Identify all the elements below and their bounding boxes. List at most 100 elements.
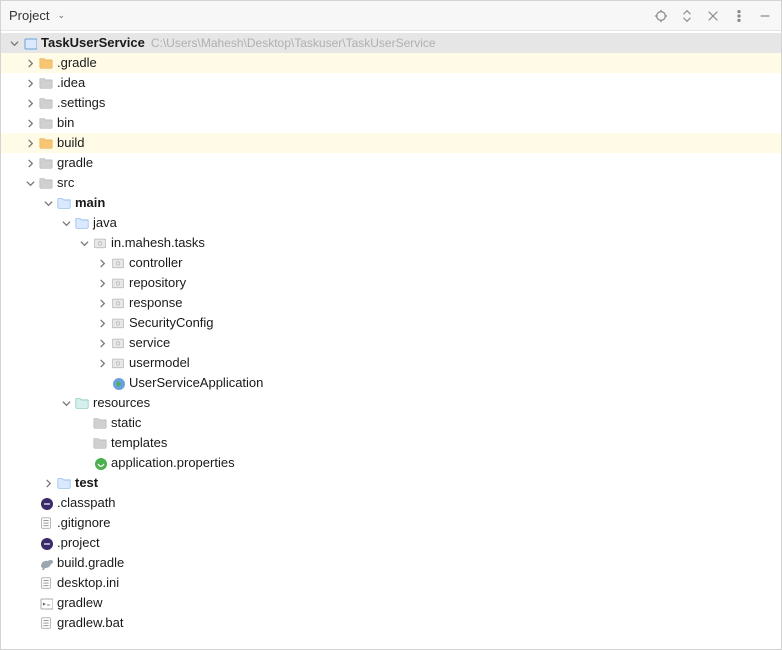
tree-label: application.properties (109, 453, 235, 473)
package-icon (109, 356, 127, 370)
tree-item-build[interactable]: build (1, 133, 781, 153)
tree-root[interactable]: TaskUserService C:\Users\Mahesh\Desktop\… (1, 33, 781, 53)
eclipse-icon (37, 496, 55, 510)
tree-item-security[interactable]: SecurityConfig (1, 313, 781, 333)
expand-icon[interactable] (95, 339, 109, 348)
close-button[interactable] (705, 8, 721, 24)
tree-item-templates[interactable]: templates (1, 433, 781, 453)
expand-icon[interactable] (7, 39, 21, 48)
tree-item-desktop-ini[interactable]: desktop.ini (1, 573, 781, 593)
tree-label: gradlew (55, 593, 103, 613)
tree-label: templates (109, 433, 167, 453)
module-icon (21, 36, 39, 50)
tree-label: UserServiceApplication (127, 373, 263, 393)
eclipse-icon (37, 536, 55, 550)
project-dropdown[interactable]: Project ⌄ (9, 8, 65, 23)
tree-item-resources[interactable]: resources (1, 393, 781, 413)
expand-icon[interactable] (41, 479, 55, 488)
expand-icon[interactable] (23, 59, 37, 68)
tree-label: .idea (55, 73, 85, 93)
tree-item-service[interactable]: service (1, 333, 781, 353)
text-file-icon (37, 616, 55, 630)
tree-root-path: C:\Users\Mahesh\Desktop\Taskuser\TaskUse… (151, 33, 436, 53)
tree-item-settings[interactable]: .settings (1, 93, 781, 113)
tree-label: usermodel (127, 353, 190, 373)
package-icon (109, 256, 127, 270)
tree-item-gradle-hidden[interactable]: .gradle (1, 53, 781, 73)
folder-icon (37, 176, 55, 190)
expand-icon[interactable] (23, 79, 37, 88)
folder-icon (37, 156, 55, 170)
tree-item-package-root[interactable]: in.mahesh.tasks (1, 233, 781, 253)
package-icon (109, 296, 127, 310)
expand-icon[interactable] (23, 139, 37, 148)
tree-label: resources (91, 393, 150, 413)
tree-item-controller[interactable]: controller (1, 253, 781, 273)
folder-icon (37, 96, 55, 110)
tree-item-test[interactable]: test (1, 473, 781, 493)
shell-file-icon (37, 596, 55, 610)
resources-folder-icon (73, 396, 91, 410)
expand-icon[interactable] (59, 219, 73, 228)
package-icon (109, 316, 127, 330)
tree-label: .classpath (55, 493, 116, 513)
tree-item-app-class[interactable]: UserServiceApplication (1, 373, 781, 393)
tree-label: build (55, 133, 84, 153)
tree-item-usermodel[interactable]: usermodel (1, 353, 781, 373)
source-folder-icon (73, 216, 91, 230)
expand-icon[interactable] (41, 199, 55, 208)
folder-icon (91, 416, 109, 430)
class-run-icon (109, 376, 127, 390)
package-icon (91, 236, 109, 250)
expand-icon[interactable] (77, 239, 91, 248)
expand-icon[interactable] (59, 399, 73, 408)
tree-label: bin (55, 113, 74, 133)
tree-item-classpath[interactable]: .classpath (1, 493, 781, 513)
expand-icon[interactable] (23, 119, 37, 128)
tree-item-src[interactable]: src (1, 173, 781, 193)
tree-label: .settings (55, 93, 105, 113)
expand-icon[interactable] (95, 299, 109, 308)
expand-icon[interactable] (23, 179, 37, 188)
tree-label: java (91, 213, 117, 233)
select-opened-file-button[interactable] (653, 8, 669, 24)
expand-collapse-button[interactable] (679, 8, 695, 24)
tree-item-repository[interactable]: repository (1, 273, 781, 293)
project-tree[interactable]: TaskUserService C:\Users\Mahesh\Desktop\… (1, 31, 781, 649)
tree-item-gradlew[interactable]: gradlew (1, 593, 781, 613)
tree-item-gradle[interactable]: gradle (1, 153, 781, 173)
tree-label: repository (127, 273, 186, 293)
tree-item-gradlew-bat[interactable]: gradlew.bat (1, 613, 781, 633)
folder-icon (37, 76, 55, 90)
tree-item-idea[interactable]: .idea (1, 73, 781, 93)
panel-title: Project (9, 8, 49, 23)
module-folder-icon (55, 196, 73, 210)
tree-label: static (109, 413, 141, 433)
folder-icon (91, 436, 109, 450)
expand-icon[interactable] (95, 279, 109, 288)
tree-label: in.mahesh.tasks (109, 233, 205, 253)
tree-label: src (55, 173, 74, 193)
tree-item-app-props[interactable]: application.properties (1, 453, 781, 473)
tree-label: SecurityConfig (127, 313, 214, 333)
tree-item-static[interactable]: static (1, 413, 781, 433)
expand-icon[interactable] (23, 159, 37, 168)
tree-label: gradlew.bat (55, 613, 124, 633)
tree-item-bin[interactable]: bin (1, 113, 781, 133)
tree-item-response[interactable]: response (1, 293, 781, 313)
expand-icon[interactable] (23, 99, 37, 108)
tree-item-main[interactable]: main (1, 193, 781, 213)
tree-item-java[interactable]: java (1, 213, 781, 233)
tree-label: build.gradle (55, 553, 124, 573)
expand-icon[interactable] (95, 259, 109, 268)
tree-item-gitignore[interactable]: .gitignore (1, 513, 781, 533)
more-options-button[interactable] (731, 8, 747, 24)
tree-label: .gradle (55, 53, 97, 73)
hide-button[interactable] (757, 8, 773, 24)
expand-icon[interactable] (95, 319, 109, 328)
folder-icon (37, 56, 55, 70)
expand-icon[interactable] (95, 359, 109, 368)
spring-config-icon (91, 456, 109, 470)
tree-item-build-gradle[interactable]: build.gradle (1, 553, 781, 573)
tree-item-project[interactable]: .project (1, 533, 781, 553)
